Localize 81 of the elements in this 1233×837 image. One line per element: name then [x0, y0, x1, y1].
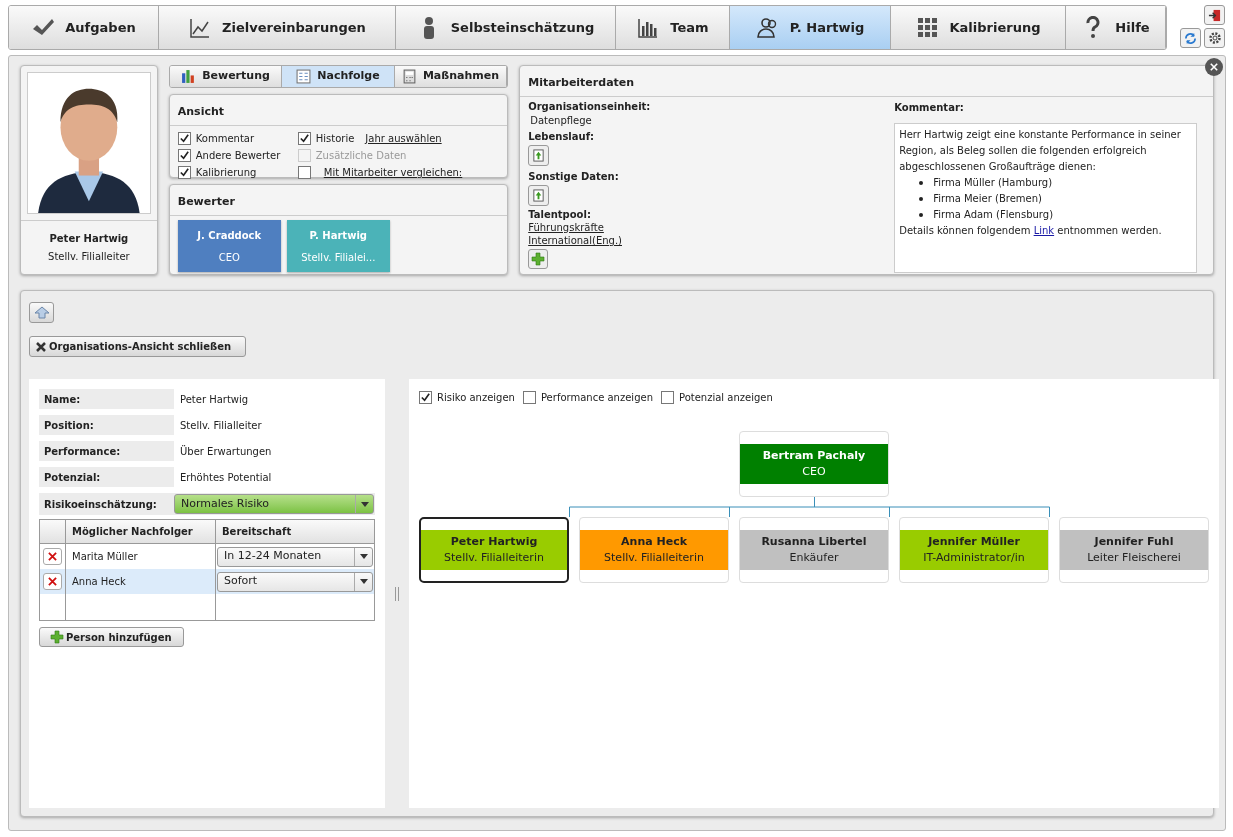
panel-title: Mitarbeiterdaten	[528, 76, 635, 89]
table-cell: Anna Heck	[66, 569, 216, 594]
sub-tab[interactable]: Bewertung	[169, 66, 283, 87]
detail-label: Potenzial:	[39, 467, 174, 487]
comment-list-item: Firma Meier (Bremen)	[933, 192, 1042, 206]
node-role: IT-Administrator/in	[923, 550, 1025, 566]
rater-card[interactable]: J. Craddock CEO	[177, 220, 281, 272]
option-label: Potenzial anzeigen	[678, 391, 773, 405]
table-row[interactable]: Marita Müller In 12-24 Monaten	[40, 544, 374, 569]
table-row[interactable]: Anna Heck Sofort	[40, 569, 374, 594]
node-role: Stellv. Filialleiterin	[604, 550, 704, 566]
sub-tab[interactable]: Nachfolge	[282, 66, 395, 87]
rater-name: P. Hartwig	[309, 228, 367, 243]
nav-tab[interactable]: Hilfe	[1066, 6, 1166, 49]
node-name: Bertram Pachaly	[762, 447, 866, 464]
year-link[interactable]: Jahr auswählen	[365, 131, 442, 146]
node-role: Enkäufer	[789, 550, 839, 566]
field-label: Sonstige Daten:	[528, 170, 619, 183]
detail-value: Über Erwartungen	[179, 444, 273, 459]
org-node[interactable]: Peter Hartwig Stellv. Filialleiterin	[419, 517, 569, 583]
field-value: Datenpflege	[530, 114, 592, 127]
org-node[interactable]: Jennifer Fuhl Leiter Fleischerei	[1059, 517, 1209, 583]
node-role: CEO	[802, 464, 826, 480]
node-name: Jennifer Müller	[928, 533, 1020, 550]
column-header: Bereitschaft	[221, 525, 293, 539]
detail-label: Risikoeinschätzung:	[43, 497, 158, 512]
panel-title: Ansicht	[177, 105, 225, 118]
dropdown[interactable]: Normales Risiko	[174, 494, 374, 514]
rater-role: CEO	[218, 250, 240, 265]
option-label: Historie	[315, 132, 355, 146]
node-name: Peter Hartwig	[450, 533, 538, 550]
rater-name: J. Craddock	[197, 228, 262, 243]
field-label: Talentpool:	[528, 208, 591, 221]
comment-text: Herr Hartwig zeigt eine konstante Performance in seiner Region, als Beleg sollen die folgenden erfolgreich abgeschlossenen Großaufträge dienen:	[899, 128, 1182, 174]
node-name: Anna Heck	[621, 533, 687, 550]
node-role: Stellv. Filialleiterin	[444, 550, 544, 566]
node-name: Rusanna Libertel	[761, 533, 867, 550]
dropdown[interactable]: In 12-24 Monaten	[217, 546, 373, 567]
dropdown[interactable]: Sofort	[217, 571, 373, 592]
talent-pool-link[interactable]: Führungskräfte	[528, 221, 604, 234]
org-node[interactable]: Bertram Pachaly CEO	[739, 431, 889, 497]
option-label: Zusätzliche Daten	[315, 149, 407, 163]
org-node[interactable]: Jennifer Müller IT-Administrator/in	[899, 517, 1049, 583]
nav-tab[interactable]: Kalibrierung	[891, 6, 1066, 49]
field-label: Lebenslauf:	[528, 130, 594, 143]
nav-tab[interactable]: P. Hartwig	[730, 6, 891, 49]
panel-title: Bewerter	[177, 195, 235, 208]
option-label: Kalibrierung	[195, 166, 257, 180]
close-org-view-button[interactable]: Organisations-Ansicht schließen	[29, 336, 246, 357]
node-role: Leiter Fleischerei	[1087, 550, 1181, 566]
detail-label: Position:	[39, 415, 174, 435]
sub-tab[interactable]: Maßnahmen	[394, 66, 508, 87]
comment-list-item: Firma Adam (Flensburg)	[933, 208, 1054, 222]
detail-value: Peter Hartwig	[179, 392, 250, 407]
nav-tab[interactable]: Team	[616, 6, 730, 49]
nav-tab[interactable]: Zielvereinbarungen	[159, 6, 396, 49]
detail-label: Performance:	[39, 441, 174, 461]
option-label: Andere Bewerter	[195, 149, 281, 163]
comment-list-item: Firma Müller (Hamburg)	[933, 176, 1053, 190]
detail-value: Stellv. Filialleiter	[179, 418, 263, 433]
node-name: Jennifer Fuhl	[1094, 533, 1174, 550]
detail-label: Name:	[39, 389, 174, 409]
field-label: Organisationseinheit:	[528, 100, 651, 113]
nav-tab[interactable]: Selbsteinschätzung	[396, 6, 616, 49]
rater-role: Stellv. Filialei...	[301, 250, 376, 265]
profile-position: Stellv. Filialleiter	[48, 250, 130, 264]
talent-pool-link[interactable]: International(Eng.)	[528, 234, 622, 247]
org-node[interactable]: Anna Heck Stellv. Filialleiterin	[579, 517, 729, 583]
option-label: Kommentar	[195, 132, 255, 146]
org-node[interactable]: Rusanna Libertel Enkäufer	[739, 517, 889, 583]
option-label: Risiko anzeigen	[437, 391, 515, 405]
field-label: Kommentar:	[894, 101, 965, 115]
profile-name: Peter Hartwig	[49, 232, 129, 246]
nav-tab[interactable]: Aufgaben	[9, 6, 159, 49]
option-label: Performance anzeigen	[540, 391, 653, 405]
column-header: Möglicher Nachfolger	[66, 520, 216, 543]
add-person-button[interactable]: Person hinzufügen	[39, 627, 184, 647]
compare-link[interactable]: Mit Mitarbeiter vergleichen:	[323, 165, 463, 180]
comment-link[interactable]: Link	[1033, 225, 1055, 236]
comment-text: Details können folgendem Link entnommen werden.	[899, 224, 1163, 238]
detail-value: Erhöhtes Potential	[179, 470, 273, 485]
